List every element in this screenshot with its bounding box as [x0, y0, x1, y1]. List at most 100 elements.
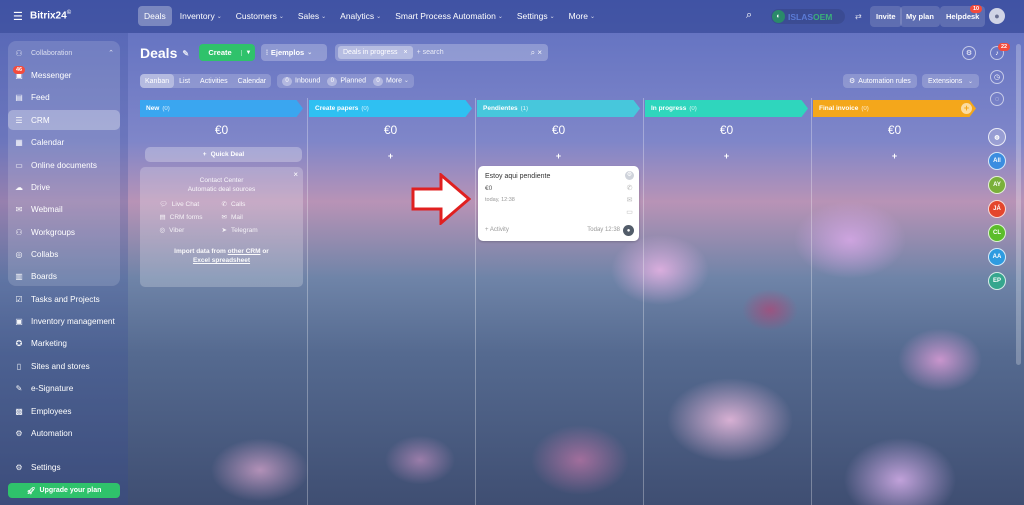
sidebar-item-webmail[interactable]: ✉ Webmail [8, 199, 120, 219]
column-header[interactable]: Final invoice (0) + [813, 100, 976, 117]
nav-customers[interactable]: Customers ⌄ [230, 6, 290, 26]
add-deal-button[interactable]: + [309, 151, 472, 161]
sidebar-item-boards[interactable]: ▥ Boards [8, 266, 120, 286]
cc-telegram[interactable]: ➤ Telegram [222, 226, 284, 235]
automation-icon: ⚙ [15, 428, 23, 438]
sidebar-item-label: Tasks and Projects [31, 294, 100, 304]
settings-icon[interactable]: ⚙ [962, 46, 976, 60]
add-deal-button[interactable]: + [813, 151, 976, 161]
nav-inventory[interactable]: Inventory ⌄ [174, 6, 228, 26]
sidebar-item-collabs[interactable]: ◎ Collabs [8, 244, 120, 264]
search-icon[interactable]: ⌕ [746, 9, 752, 22]
cc-live-chat[interactable]: 💬︎ Live Chat [160, 200, 222, 209]
sidebar-item-e-signature[interactable]: ✎ e-Signature [8, 378, 120, 398]
tab-activities[interactable]: Activities [195, 74, 233, 88]
gear-icon[interactable]: ⚙ [625, 171, 634, 180]
sidebar-item-inventory-management[interactable]: ▣ Inventory management [8, 311, 120, 331]
logo[interactable]: Bitrix24© [30, 10, 71, 21]
sidebar-item-workgroups[interactable]: ⚇ Workgroups [8, 222, 120, 242]
create-button[interactable]: Create ▼ [199, 44, 255, 61]
chat-avatar[interactable]: All [988, 152, 1006, 170]
swap-icon[interactable]: ⇄ [855, 12, 862, 21]
sidebar-item-tasks-and-projects[interactable]: ☑ Tasks and Projects [8, 289, 120, 309]
nav-analytics[interactable]: Analytics ⌄ [334, 6, 387, 26]
column-header[interactable]: Create papers (0) [309, 100, 472, 117]
company-logo[interactable]: ◐ ISLASOEM [771, 9, 845, 24]
scrollbar[interactable] [1016, 44, 1021, 365]
sidebar-item-marketing[interactable]: ✪ Marketing [8, 333, 120, 353]
sidebar-settings[interactable]: ⚙ Settings [8, 457, 120, 477]
sidebar-item-calendar[interactable]: ▦ Calendar [8, 132, 120, 152]
nav-smart-process[interactable]: Smart Process Automation ⌄ [389, 6, 509, 26]
counter-inbound[interactable]: 0 Inbound [282, 76, 320, 86]
extensions-button[interactable]: Extensions ⌄ [922, 74, 979, 88]
automation-rules-button[interactable]: ⚙ Automation rules [843, 74, 917, 88]
add-activity-button[interactable]: + Activity [485, 227, 509, 233]
column-header[interactable]: In progress (0) [645, 100, 808, 117]
add-deal-button[interactable]: + [477, 151, 640, 161]
nav-deals[interactable]: Deals [138, 6, 172, 26]
chevron-down-icon[interactable]: ▼ [241, 49, 255, 56]
chat-avatar[interactable]: AA [988, 248, 1006, 266]
counter-planned[interactable]: 0 Planned [327, 76, 366, 86]
add-deal-button[interactable]: + [645, 151, 808, 161]
tab-kanban[interactable]: Kanban [140, 74, 175, 88]
column-header[interactable]: Pendientes (1) [477, 100, 640, 117]
column-name: New [146, 105, 160, 112]
search-input[interactable]: + search [417, 49, 527, 56]
counter-more[interactable]: 0 More ⌄ [373, 76, 409, 86]
tab-list[interactable]: List [174, 74, 195, 88]
sidebar-item-crm[interactable]: ☰ CRM [8, 110, 120, 130]
sidebar-item-sites-and-stores[interactable]: ▯ Sites and stores [8, 356, 120, 376]
sidebar-item-online-documents[interactable]: ▭ Online documents [8, 155, 120, 175]
kanban-column: In progress (0) €0 + [645, 100, 808, 505]
edit-icon[interactable]: ✎ [182, 49, 189, 58]
sidebar-item-feed[interactable]: ▤ Feed [8, 87, 120, 107]
copilot-icon[interactable]: ◍ [988, 128, 1006, 146]
other-crm-link[interactable]: other CRM [228, 248, 261, 255]
deal-card[interactable]: Estoy aqui pendiente €0 today, 12:38 ⚙ ✆… [478, 166, 639, 241]
search-box[interactable]: Deals in progress × + search ⌕ × [335, 44, 548, 61]
upgrade-plan-button[interactable]: 🚀︎ Upgrade your plan [8, 483, 120, 498]
column-header[interactable]: New (0) [140, 100, 303, 117]
my-plan-button[interactable]: My plan [900, 6, 940, 27]
user-avatar[interactable]: ● [623, 225, 634, 236]
sidebar-item-messenger[interactable]: ▣ Messenger 46 [8, 65, 120, 85]
close-icon[interactable]: × [403, 49, 407, 56]
menu-icon[interactable]: ☰ [13, 10, 23, 23]
nav-settings[interactable]: Settings ⌄ [511, 6, 561, 26]
sidebar-item-drive[interactable]: ☁ Drive [8, 177, 120, 197]
cc-crm-forms[interactable]: ▤ CRM forms [160, 213, 222, 222]
phone-icon[interactable]: ✆ [625, 184, 634, 193]
mail-icon[interactable]: ✉ [625, 196, 634, 205]
sidebar-item-employees[interactable]: ▩ Employees [8, 401, 120, 421]
cc-mail[interactable]: ✉ Mail [222, 213, 284, 222]
chat-icon[interactable]: ▭ [625, 208, 634, 217]
cc-calls[interactable]: ✆ Calls [222, 200, 284, 209]
nav-more[interactable]: More ⌄ [563, 6, 601, 26]
deal-title[interactable]: Estoy aqui pendiente [485, 173, 550, 180]
quick-deal-button[interactable]: + Quick Deal [145, 147, 302, 162]
clock-icon[interactable]: ◷ [990, 70, 1004, 84]
filter-chip[interactable]: Deals in progress × [338, 46, 413, 59]
column-count: (0) [689, 105, 697, 112]
chat-avatar[interactable]: CL [988, 224, 1006, 242]
category-filter[interactable]: ⫶ Ejemplos ⌄ [261, 44, 327, 61]
chat-icon[interactable]: ◌ [990, 92, 1004, 106]
search-icon[interactable]: ⌕ × [531, 48, 542, 58]
collabs-icon: ◎ [15, 249, 23, 259]
user-avatar[interactable]: ● [989, 8, 1005, 24]
invite-button[interactable]: Invite [870, 6, 902, 27]
collapse-icon[interactable]: ⌃ [108, 49, 114, 57]
chat-avatar[interactable]: EP [988, 272, 1006, 290]
nav-sales[interactable]: Sales ⌄ [292, 6, 332, 26]
sidebar-item-automation[interactable]: ⚙ Automation [8, 423, 120, 443]
tab-calendar[interactable]: Calendar [233, 74, 271, 88]
chat-avatar[interactable]: JÁ [988, 200, 1006, 218]
cc-viber[interactable]: ◎ Viber [160, 226, 222, 235]
column-name: Final invoice [819, 105, 859, 112]
sidebar-item-collaboration[interactable]: ⚇ Collaboration ⌃ [8, 43, 120, 63]
add-column-button[interactable]: + [961, 103, 972, 114]
excel-link[interactable]: Excel spreadsheet [193, 257, 250, 264]
chat-avatar[interactable]: AY [988, 176, 1006, 194]
